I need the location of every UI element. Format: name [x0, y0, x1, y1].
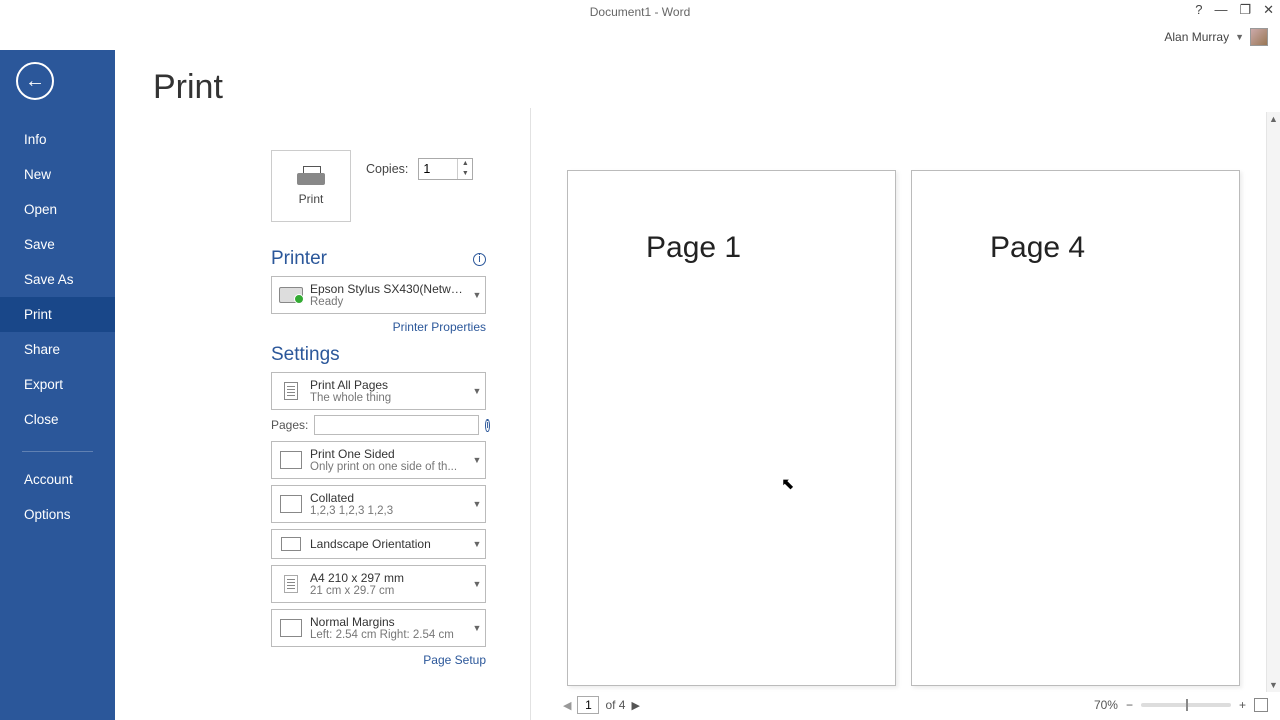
user-bar: Alan Murray ▼ [0, 24, 1280, 50]
sidebar-item-save[interactable]: Save [0, 227, 115, 262]
sidebar-item-options[interactable]: Options [0, 497, 115, 532]
zoom-in-icon[interactable]: + [1239, 698, 1246, 712]
printer-status: Ready [310, 296, 469, 308]
sidebar-item-close[interactable]: Close [0, 402, 115, 437]
back-arrow-icon: ← [25, 70, 45, 93]
print-button[interactable]: Print [271, 150, 351, 222]
copies-label: Copies: [366, 162, 408, 176]
landscape-icon [281, 537, 301, 551]
sidebar-item-export[interactable]: Export [0, 367, 115, 402]
page-title: Print [115, 50, 1280, 117]
page-thumbnail-label: Page 4 [990, 231, 1239, 265]
printer-properties-link[interactable]: Printer Properties [271, 320, 486, 334]
next-page-icon[interactable]: ▶ [631, 699, 639, 712]
window-title: Document1 - Word [590, 5, 690, 19]
sidebar-item-account[interactable]: Account [0, 462, 115, 497]
paper-icon [284, 575, 298, 593]
avatar[interactable] [1250, 28, 1268, 46]
settings-section-title: Settings [271, 344, 486, 366]
margins-icon [280, 619, 302, 637]
collate-icon [280, 495, 302, 513]
page-total: of 4 [605, 698, 625, 712]
content-area: Print Print Copies: ▲ ▼ [115, 50, 1280, 720]
title-bar: Document1 - Word ? — ❐ ✕ [0, 0, 1280, 24]
pages-icon [284, 382, 298, 400]
print-preview: Page 1 Page 4 [535, 112, 1272, 692]
zoom-out-icon[interactable]: − [1126, 698, 1133, 712]
sidebar-item-print[interactable]: Print [0, 297, 115, 332]
orientation-dropdown[interactable]: Landscape Orientation ▼ [271, 529, 486, 559]
printer-device-icon [279, 287, 303, 303]
pages-input[interactable] [314, 415, 479, 435]
page-thumbnail: Page 4 [911, 170, 1240, 686]
page-thumbnail: Page 1 [567, 170, 896, 686]
current-page-input[interactable] [577, 696, 599, 714]
preview-footer: ◀ of 4 ▶ 70% − + [535, 694, 1272, 716]
copies-input[interactable] [419, 159, 457, 179]
page-thumbnail-label: Page 1 [646, 231, 895, 265]
copies-spinner[interactable]: ▲ ▼ [418, 158, 473, 180]
sidebar-item-new[interactable]: New [0, 157, 115, 192]
print-scope-dropdown[interactable]: Print All Pages The whole thing ▼ [271, 372, 486, 410]
printer-name: Epson Stylus SX430(Network) [310, 282, 469, 296]
zoom-slider[interactable] [1141, 703, 1231, 707]
chevron-down-icon: ▼ [469, 499, 485, 509]
sidebar-item-share[interactable]: Share [0, 332, 115, 367]
zoom-fit-icon[interactable] [1254, 698, 1268, 712]
pages-info-icon[interactable]: i [485, 419, 489, 432]
sidebar-separator [22, 451, 93, 452]
preview-scrollbar[interactable]: ▲ ▼ [1266, 112, 1280, 692]
page-setup-link[interactable]: Page Setup [271, 653, 486, 667]
chevron-down-icon: ▼ [469, 579, 485, 589]
copies-up-icon[interactable]: ▲ [458, 159, 472, 169]
print-button-label: Print [299, 192, 324, 206]
printer-info-icon[interactable]: i [473, 253, 486, 266]
backstage-sidebar: ← InfoNewOpenSaveSave AsPrintShareExport… [0, 50, 115, 720]
scroll-down-icon[interactable]: ▼ [1267, 678, 1280, 692]
chevron-down-icon: ▼ [469, 290, 485, 300]
help-icon[interactable]: ? [1195, 3, 1202, 16]
user-name[interactable]: Alan Murray [1164, 30, 1229, 44]
one-sided-icon [280, 451, 302, 469]
printer-section-title: Printer i [271, 248, 486, 270]
printer-icon [297, 166, 325, 188]
copies-down-icon[interactable]: ▼ [458, 169, 472, 179]
back-button[interactable]: ← [16, 62, 54, 100]
prev-page-icon[interactable]: ◀ [563, 699, 571, 712]
sidebar-item-info[interactable]: Info [0, 122, 115, 157]
zoom-level: 70% [1094, 698, 1118, 712]
vertical-divider [530, 108, 531, 720]
printer-dropdown[interactable]: Epson Stylus SX430(Network) Ready ▼ [271, 276, 486, 314]
user-menu-caret-icon[interactable]: ▼ [1235, 32, 1244, 42]
close-icon[interactable]: ✕ [1263, 3, 1274, 16]
margins-dropdown[interactable]: Normal Margins Left: 2.54 cm Right: 2.54… [271, 609, 486, 647]
minimize-icon[interactable]: — [1214, 3, 1227, 16]
paper-size-dropdown[interactable]: A4 210 x 297 mm 21 cm x 29.7 cm ▼ [271, 565, 486, 603]
sidebar-item-open[interactable]: Open [0, 192, 115, 227]
chevron-down-icon: ▼ [469, 386, 485, 396]
chevron-down-icon: ▼ [469, 623, 485, 633]
collate-dropdown[interactable]: Collated 1,2,3 1,2,3 1,2,3 ▼ [271, 485, 486, 523]
scroll-up-icon[interactable]: ▲ [1267, 112, 1280, 126]
sides-dropdown[interactable]: Print One Sided Only print on one side o… [271, 441, 486, 479]
window-controls: ? — ❐ ✕ [1195, 3, 1274, 16]
chevron-down-icon: ▼ [469, 455, 485, 465]
sidebar-item-save-as[interactable]: Save As [0, 262, 115, 297]
pages-label: Pages: [271, 418, 308, 432]
restore-icon[interactable]: ❐ [1239, 3, 1251, 16]
chevron-down-icon: ▼ [469, 539, 485, 549]
